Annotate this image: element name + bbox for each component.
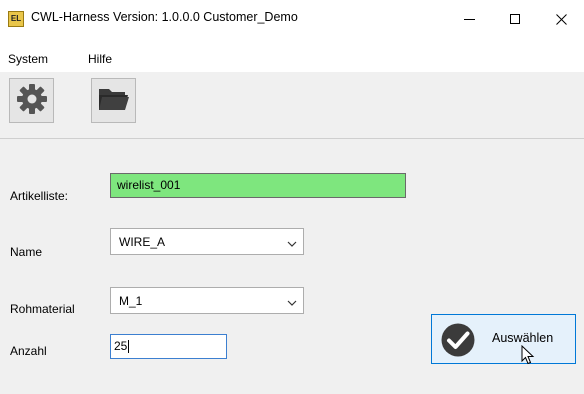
maximize-button[interactable]	[492, 0, 538, 38]
name-label: Name	[10, 245, 43, 259]
chevron-down-icon	[287, 237, 297, 251]
close-icon	[555, 13, 567, 25]
name-value: WIRE_A	[119, 235, 166, 249]
app-icon: EL	[8, 11, 24, 27]
rohmaterial-label: Rohmaterial	[10, 302, 75, 316]
main-window: EL CWL-Harness Version: 1.0.0.0 Customer…	[0, 0, 584, 394]
auswaehlen-label: Auswählen	[492, 331, 554, 345]
artikelliste-label: Artikelliste:	[10, 189, 69, 203]
title-bar[interactable]: EL CWL-Harness Version: 1.0.0.0 Customer…	[0, 0, 584, 38]
anzahl-label: Anzahl	[10, 344, 47, 358]
checkmark-circle-icon	[440, 322, 476, 361]
artikelliste-field[interactable]: wirelist_001	[110, 173, 406, 198]
toolbar-separator	[0, 138, 584, 139]
menu-hilfe[interactable]: Hilfe	[86, 52, 114, 66]
maximize-icon	[510, 14, 520, 24]
open-folder-button[interactable]	[91, 78, 136, 123]
rohmaterial-value: M_1	[119, 294, 143, 308]
chevron-down-icon	[287, 296, 297, 310]
gear-icon	[16, 83, 48, 118]
rohmaterial-dropdown[interactable]: M_1	[110, 287, 304, 314]
settings-button[interactable]	[9, 78, 54, 123]
minimize-button[interactable]	[446, 0, 492, 38]
mouse-cursor-icon	[521, 344, 535, 368]
window-title: CWL-Harness Version: 1.0.0.0 Customer_De…	[31, 10, 298, 24]
toolbar	[0, 72, 584, 138]
folder-open-icon	[97, 85, 131, 116]
menu-system[interactable]: System	[6, 52, 50, 66]
menu-bar: System Hilfe	[0, 38, 584, 72]
auswaehlen-button[interactable]: Auswählen	[431, 314, 576, 364]
text-caret	[128, 340, 130, 354]
close-button[interactable]	[538, 0, 584, 38]
minimize-icon	[463, 18, 475, 20]
anzahl-value: 25	[114, 339, 128, 353]
anzahl-field[interactable]: 25	[110, 334, 227, 359]
name-dropdown[interactable]: WIRE_A	[110, 228, 304, 255]
